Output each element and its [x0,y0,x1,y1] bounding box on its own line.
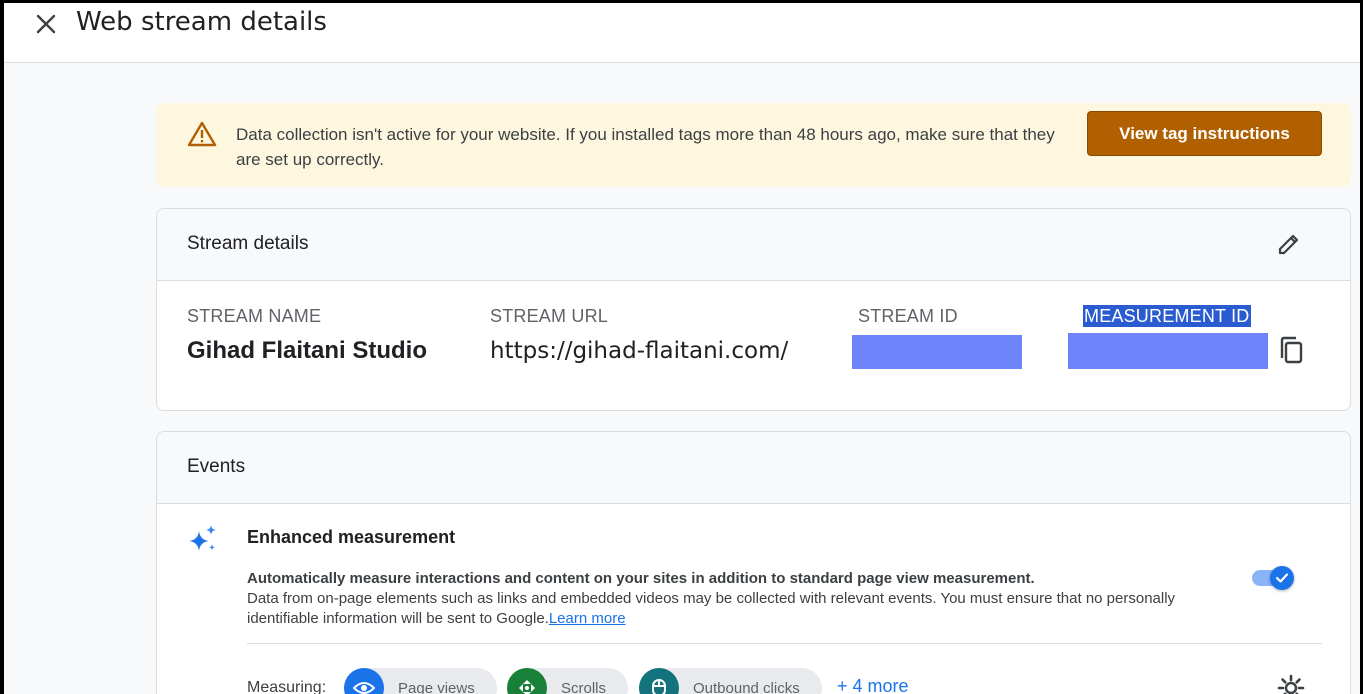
close-button[interactable] [30,8,62,40]
measurement-id-label: MEASUREMENT ID [1083,305,1251,327]
stream-id-redacted [852,335,1022,369]
pencil-icon[interactable] [1276,231,1302,257]
stream-name-value: Gihad Flaitani Studio [187,337,427,364]
stream-details-title: Stream details [187,233,309,254]
page-title: Web stream details [76,7,327,37]
view-tag-instructions-button[interactable]: View tag instructions [1087,111,1322,156]
learn-more-link[interactable]: Learn more [549,610,626,627]
chip-label: Scrolls [561,679,607,694]
events-title: Events [187,456,246,477]
more-events-link[interactable]: + 4 more [837,676,909,694]
sparkle-icon [189,525,216,551]
events-card: Events Enhanced measurement Automaticall… [156,431,1351,694]
events-divider [247,643,1322,644]
stream-url-label: STREAM URL [490,306,609,326]
chip-icon-wrap [639,668,679,694]
enhanced-measurement-title: Enhanced measurement [247,527,456,547]
enhanced-desc-body: Data from on-page elements such as links… [247,590,1176,627]
gear-icon[interactable] [1277,674,1305,694]
close-icon [36,14,56,34]
chip-scrolls[interactable]: Scrolls [507,668,629,694]
measuring-label: Measuring: [247,679,327,694]
enhanced-measurement-description: Automatically measure interactions and c… [247,569,1237,629]
data-collection-banner: Data collection isn't active for your we… [156,103,1351,187]
stream-name-label: STREAM NAME [187,306,322,326]
stream-details-header: Stream details [157,209,1350,281]
enhanced-desc-strong: Automatically measure interactions and c… [247,570,1035,587]
stream-details-card: Stream details STREAM NAME Gihad Flaitan… [156,208,1351,411]
scroll-icon [519,680,535,694]
stream-url-value: https://gihad-flaitani.com/ [490,338,789,364]
enhanced-measurement-toggle[interactable] [1250,564,1298,592]
chip-icon-wrap [507,668,547,694]
measurement-id-label-text: MEASUREMENT ID [1083,305,1251,327]
top-bar: Web stream details [0,0,1363,63]
copy-icon[interactable] [1277,336,1305,366]
check-icon [1275,573,1289,583]
warning-icon [187,121,217,147]
banner-message: Data collection isn't active for your we… [236,125,1055,169]
eye-icon [353,682,375,694]
measurement-id-redacted [1068,333,1268,369]
chip-icon-wrap [344,668,384,694]
chip-outbound-clicks[interactable]: Outbound clicks [639,668,822,694]
stream-id-label: STREAM ID [858,306,958,326]
toggle-knob [1270,566,1294,590]
events-header: Events [157,432,1350,504]
chip-page-views[interactable]: Page views [344,668,497,694]
mouse-icon [652,679,666,694]
chip-label: Outbound clicks [693,679,800,694]
chip-label: Page views [398,679,475,694]
